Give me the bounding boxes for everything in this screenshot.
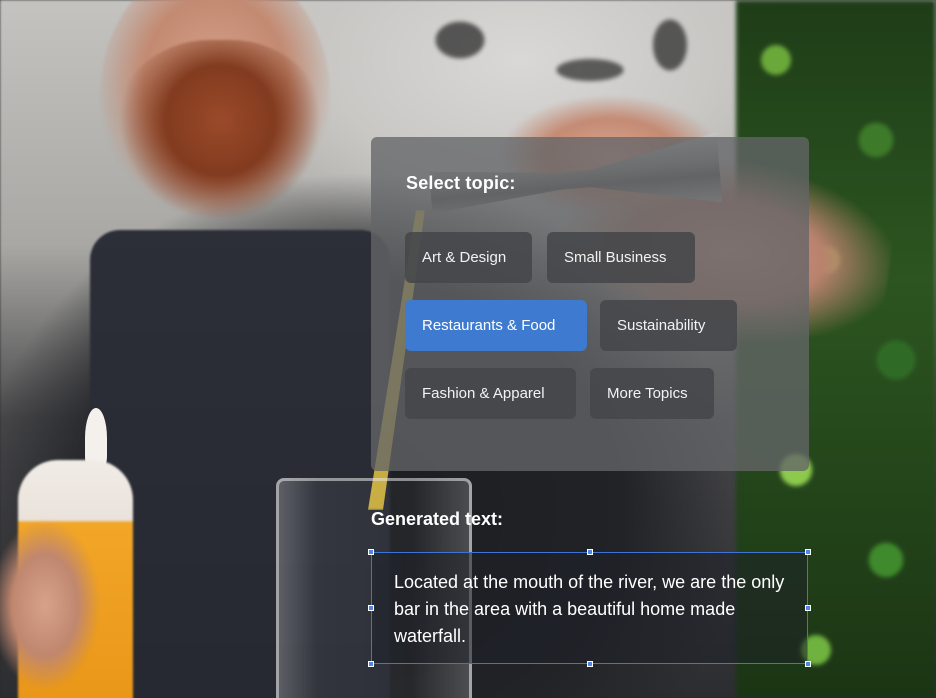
resize-handle-left[interactable] bbox=[368, 605, 374, 611]
resize-handle-bottom[interactable] bbox=[587, 661, 593, 667]
resize-handle-top[interactable] bbox=[587, 549, 593, 555]
bartender-left-hand bbox=[0, 520, 100, 690]
resize-handle-bottom-right[interactable] bbox=[805, 661, 811, 667]
generated-text-content[interactable]: Located at the mouth of the river, we ar… bbox=[394, 569, 789, 650]
squeeze-bottle-tip bbox=[85, 408, 107, 468]
bartender-beard bbox=[115, 40, 325, 230]
resize-handle-top-right[interactable] bbox=[805, 549, 811, 555]
topic-chip-fashion-apparel[interactable]: Fashion & Apparel bbox=[405, 368, 576, 419]
topic-panel: Select topic: Art & Design Small Busines… bbox=[371, 137, 809, 471]
topic-chip-more-topics[interactable]: More Topics bbox=[590, 368, 714, 419]
resize-handle-top-left[interactable] bbox=[368, 549, 374, 555]
topic-chip-art-design[interactable]: Art & Design bbox=[405, 232, 532, 283]
topic-chip-sustainability[interactable]: Sustainability bbox=[600, 300, 737, 351]
topic-chip-small-business[interactable]: Small Business bbox=[547, 232, 695, 283]
topic-chip-restaurants-food[interactable]: Restaurants & Food bbox=[405, 300, 587, 351]
resize-handle-right[interactable] bbox=[805, 605, 811, 611]
topic-panel-title: Select topic: bbox=[406, 173, 516, 193]
resize-handle-bottom-left[interactable] bbox=[368, 661, 374, 667]
generated-text-label: Generated text: bbox=[371, 509, 504, 529]
generated-text-box[interactable]: Located at the mouth of the river, we ar… bbox=[368, 549, 811, 667]
